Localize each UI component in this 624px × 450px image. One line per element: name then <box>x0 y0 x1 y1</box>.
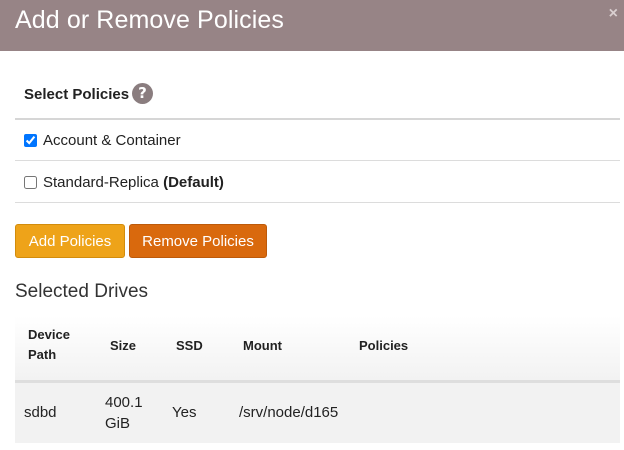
add-policies-button[interactable]: Add Policies <box>15 224 125 258</box>
column-header-device-path[interactable]: Device Path <box>28 325 70 365</box>
column-header-policies[interactable]: Policies <box>359 336 408 356</box>
policy-label: Standard-Replica (Default) <box>43 173 224 191</box>
dialog-header: Add or Remove Policies × <box>0 0 624 51</box>
drives-table-header: Device Path Size SSD Mount Policies <box>15 316 620 383</box>
divider <box>15 160 620 161</box>
column-header-mount[interactable]: Mount <box>243 336 282 356</box>
default-tag: (Default) <box>163 173 224 191</box>
help-icon[interactable]: ? <box>132 83 153 104</box>
cell-mount: /srv/node/d165 <box>239 404 339 421</box>
dialog-title: Add or Remove Policies <box>15 6 284 34</box>
cell-device-path: sdbd <box>24 404 57 421</box>
select-policies-heading: Select Policies <box>24 86 130 103</box>
policy-option-standard-replica[interactable]: Standard-Replica (Default) <box>24 172 224 192</box>
selected-drives-heading: Selected Drives <box>15 281 149 302</box>
remove-policies-button[interactable]: Remove Policies <box>129 224 267 258</box>
column-header-ssd[interactable]: SSD <box>176 336 203 356</box>
policy-label: Account & Container <box>43 131 181 149</box>
close-icon[interactable]: × <box>609 6 618 22</box>
policy-checkbox-account-container[interactable] <box>24 133 37 147</box>
divider <box>15 202 620 203</box>
policy-checkbox-standard-replica[interactable] <box>24 175 37 189</box>
column-header-size[interactable]: Size <box>110 336 136 356</box>
table-row[interactable]: sdbd 400.1 GiB Yes /srv/node/d165 <box>15 383 620 443</box>
divider <box>15 118 620 120</box>
cell-size: 400.1 GiB <box>105 394 143 432</box>
policy-option-account-container[interactable]: Account & Container <box>24 130 181 150</box>
cell-ssd: Yes <box>172 404 197 421</box>
